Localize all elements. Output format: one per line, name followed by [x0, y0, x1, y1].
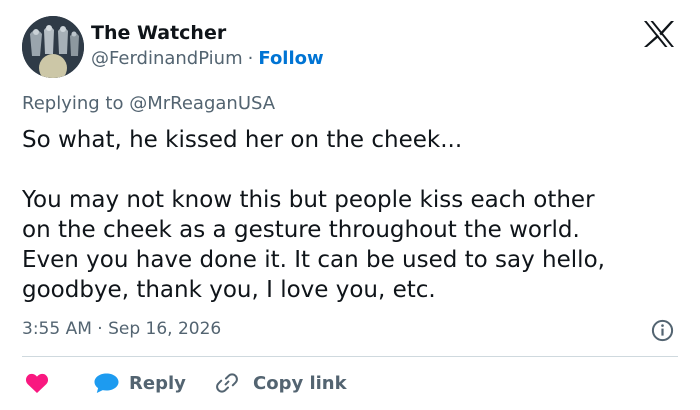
divider [22, 356, 678, 357]
author-handle[interactable]: @FerdinandPium [91, 48, 243, 69]
info-icon[interactable] [651, 319, 674, 342]
separator-dot: · [247, 48, 254, 69]
reply-mention-link[interactable]: @MrReaganUSA [129, 93, 275, 114]
tweet-timestamp[interactable]: 3:55 AM · Sep 16, 2026 [22, 319, 221, 339]
replying-to-line: Replying to @MrReaganUSA [22, 93, 275, 114]
avatar[interactable] [22, 16, 84, 78]
copy-link-button[interactable]: Copy link [215, 368, 347, 398]
like-button[interactable] [25, 368, 49, 398]
avatar-image [22, 16, 84, 78]
heart-icon [25, 373, 49, 393]
tweet-text: So what, he kissed her on the cheek... Y… [22, 125, 682, 305]
speech-bubble-icon [94, 373, 119, 393]
embedded-tweet: The Watcher @FerdinandPium · Follow Replyi… [0, 0, 700, 410]
follow-button[interactable]: Follow [258, 48, 323, 69]
tweet-text-line: You may not know this but people kiss ea… [22, 187, 595, 213]
x-logo-icon[interactable] [642, 20, 676, 48]
tweet-text-line: on the cheek as a gesture throughout the… [22, 217, 580, 243]
reply-label: Reply [129, 372, 186, 394]
copy-link-label: Copy link [253, 372, 347, 394]
author-display-name[interactable]: The Watcher [91, 22, 226, 44]
tweet-text-line: Even you have done it. It can be used to… [22, 247, 605, 273]
link-icon [216, 373, 238, 393]
reply-button[interactable]: Reply [93, 368, 186, 398]
replying-to-prefix: Replying to [22, 93, 124, 114]
author-handle-row: @FerdinandPium · Follow [91, 48, 324, 69]
tweet-text-line: So what, he kissed her on the cheek... [22, 127, 463, 153]
tweet-text-line: goodbye, thank you, I love you, etc. [22, 277, 436, 303]
